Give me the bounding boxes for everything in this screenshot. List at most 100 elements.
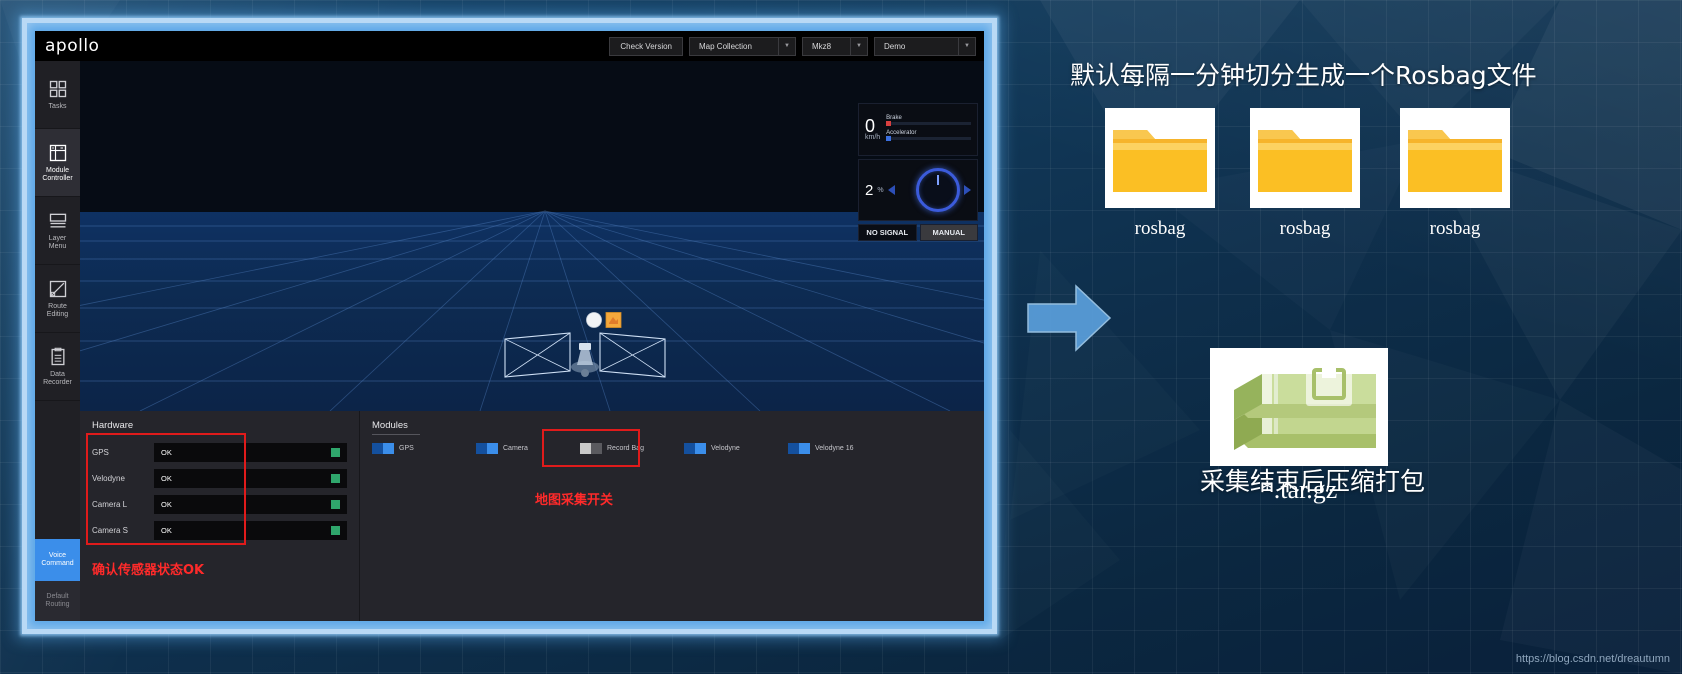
sidebar-item-label: Layer Menu	[48, 234, 67, 250]
module-label: Velodyne	[711, 445, 740, 452]
hardware-status: OK	[154, 495, 347, 514]
module-item-gps[interactable]: GPS	[372, 443, 476, 454]
steering-wheel-icon	[916, 168, 960, 212]
panel-divider	[372, 434, 420, 435]
sidebar-item-label: Route Editing	[46, 302, 69, 318]
throttle-value: 2	[865, 181, 874, 199]
hardware-name: Camera L	[92, 500, 128, 509]
folder-icon	[1105, 108, 1215, 208]
map-collection-select[interactable]: Map Collection ▼	[689, 36, 796, 56]
watermark-text: https://blog.csdn.net/dreautumn	[1515, 653, 1670, 665]
chevron-down-icon[interactable]: ▼	[850, 37, 867, 55]
speed-unit: km/h	[865, 134, 881, 141]
module-item-record-bag[interactable]: Record Bag	[580, 443, 684, 454]
status-bar: NO SIGNAL MANUAL	[858, 224, 978, 241]
sidebar-item-label: Module Controller	[42, 166, 73, 182]
module-label: Record Bag	[607, 445, 644, 452]
apollo-app: apollo Check Version Map Collection ▼ Mk…	[35, 31, 984, 621]
steer-left-icon	[887, 185, 895, 195]
rosbag-folder-1: rosbag	[1105, 108, 1215, 240]
module-item-velodyne-16[interactable]: Velodyne 16	[788, 443, 892, 454]
layers-icon	[49, 213, 66, 227]
archive-icon	[1210, 348, 1388, 466]
header-controls: Check Version Map Collection ▼ Mkz8 ▼ De…	[609, 36, 984, 56]
archive-filename: *.tar.gz	[1260, 475, 1338, 504]
apollo-header-bar: apollo Check Version Map Collection ▼ Mk…	[35, 31, 984, 61]
pedal-gauges: Brake Accelerator	[886, 115, 971, 145]
hardware-row[interactable]: GPS OK	[92, 443, 347, 462]
hardware-row[interactable]: Velodyne OK	[92, 469, 347, 488]
toggle-switch[interactable]	[372, 443, 394, 454]
toggle-switch[interactable]	[580, 443, 602, 454]
module-item-camera[interactable]: Camera	[476, 443, 580, 454]
modules-panel-title: Modules	[372, 420, 408, 431]
mode-value: Demo	[884, 41, 906, 51]
sidebar-item-label: Voice Command	[41, 552, 74, 567]
hardware-name: GPS	[92, 448, 109, 457]
route-icon	[49, 280, 66, 297]
hardware-status-text: OK	[161, 448, 172, 457]
hardware-panel: Hardware GPS OK Velodyne OK Camera L OK …	[80, 411, 360, 621]
grid-icon	[49, 80, 66, 97]
rosbag-heading: 默认每隔一分钟切分生成一个Rosbag文件	[1070, 61, 1537, 90]
map-collection-value: Map Collection	[699, 41, 752, 51]
toggle-switch[interactable]	[684, 443, 706, 454]
status-indicator	[331, 474, 340, 483]
accelerator-indicator	[886, 135, 892, 141]
hardware-row[interactable]: Camera S OK	[92, 521, 347, 540]
hardware-status: OK	[154, 443, 347, 462]
sidebar-item-data-recorder[interactable]: Data Recorder	[35, 333, 80, 401]
simulation-3d-view[interactable]: 0 km/h Brake Accelerator 2 % NO SIGNAL M…	[80, 61, 984, 411]
hardware-status-text: OK	[161, 500, 172, 509]
sidebar-item-layer-menu[interactable]: Layer Menu	[35, 197, 80, 265]
signal-status-badge: NO SIGNAL	[858, 224, 917, 241]
flow-arrow-icon	[1027, 284, 1112, 352]
accelerator-bar	[886, 135, 971, 141]
accelerator-label: Accelerator	[886, 129, 917, 136]
sidebar: Tasks Module Controller Layer Menu Route…	[35, 61, 80, 621]
drive-mode-badge[interactable]: MANUAL	[919, 224, 978, 241]
chevron-down-icon[interactable]: ▼	[958, 37, 975, 55]
speed-value: 0	[865, 116, 876, 136]
speed-panel: 0 km/h Brake Accelerator	[858, 103, 978, 156]
sliders-icon	[49, 144, 66, 161]
sidebar-item-tasks[interactable]: Tasks	[35, 61, 80, 129]
sidebar-item-module-controller[interactable]: Module Controller	[35, 129, 80, 197]
rosbag-folder-3: rosbag	[1400, 108, 1510, 240]
hardware-name: Camera S	[92, 526, 129, 535]
apollo-window-frame: apollo Check Version Map Collection ▼ Mk…	[22, 18, 997, 634]
module-label: Velodyne 16	[815, 445, 854, 452]
sidebar-item-default-routing[interactable]: Default Routing	[35, 581, 80, 621]
brake-bar	[886, 120, 971, 126]
folder-icon	[1400, 108, 1510, 208]
status-indicator	[331, 500, 340, 509]
sidebar-item-label: Tasks	[48, 102, 67, 110]
module-item-velodyne[interactable]: Velodyne	[684, 443, 788, 454]
vehicle-select[interactable]: Mkz8 ▼	[802, 36, 868, 56]
annotation-area: 默认每隔一分钟切分生成一个Rosbag文件 rosbag rosbag rosb…	[1010, 0, 1682, 674]
hardware-status-text: OK	[161, 526, 172, 535]
hardware-row[interactable]: Camera L OK	[92, 495, 347, 514]
hardware-status: OK	[154, 469, 347, 488]
check-version-button[interactable]: Check Version	[609, 36, 683, 56]
mode-select[interactable]: Demo ▼	[874, 36, 976, 56]
chevron-down-icon[interactable]: ▼	[778, 37, 795, 55]
brake-label: Brake	[886, 114, 902, 121]
ego-vehicle	[504, 332, 666, 378]
hardware-panel-title: Hardware	[92, 420, 134, 431]
sidebar-item-route-editing[interactable]: Route Editing	[35, 265, 80, 333]
speed-readout: 0 km/h	[865, 116, 881, 141]
status-indicator	[331, 448, 340, 457]
apollo-logo: apollo	[45, 36, 100, 56]
modules-annotation-text: 地图采集开关	[535, 493, 614, 508]
hardware-status: OK	[154, 521, 347, 540]
steer-right-icon	[964, 185, 971, 195]
throttle-unit: %	[877, 186, 884, 194]
folder-icon	[1250, 108, 1360, 208]
sidebar-item-voice-command[interactable]: Voice Command	[35, 539, 80, 581]
toggle-switch[interactable]	[476, 443, 498, 454]
rosbag-folder-2: rosbag	[1250, 108, 1360, 240]
clipboard-icon	[51, 347, 64, 365]
toggle-switch[interactable]	[788, 443, 810, 454]
steering-panel: 2 %	[858, 159, 978, 221]
